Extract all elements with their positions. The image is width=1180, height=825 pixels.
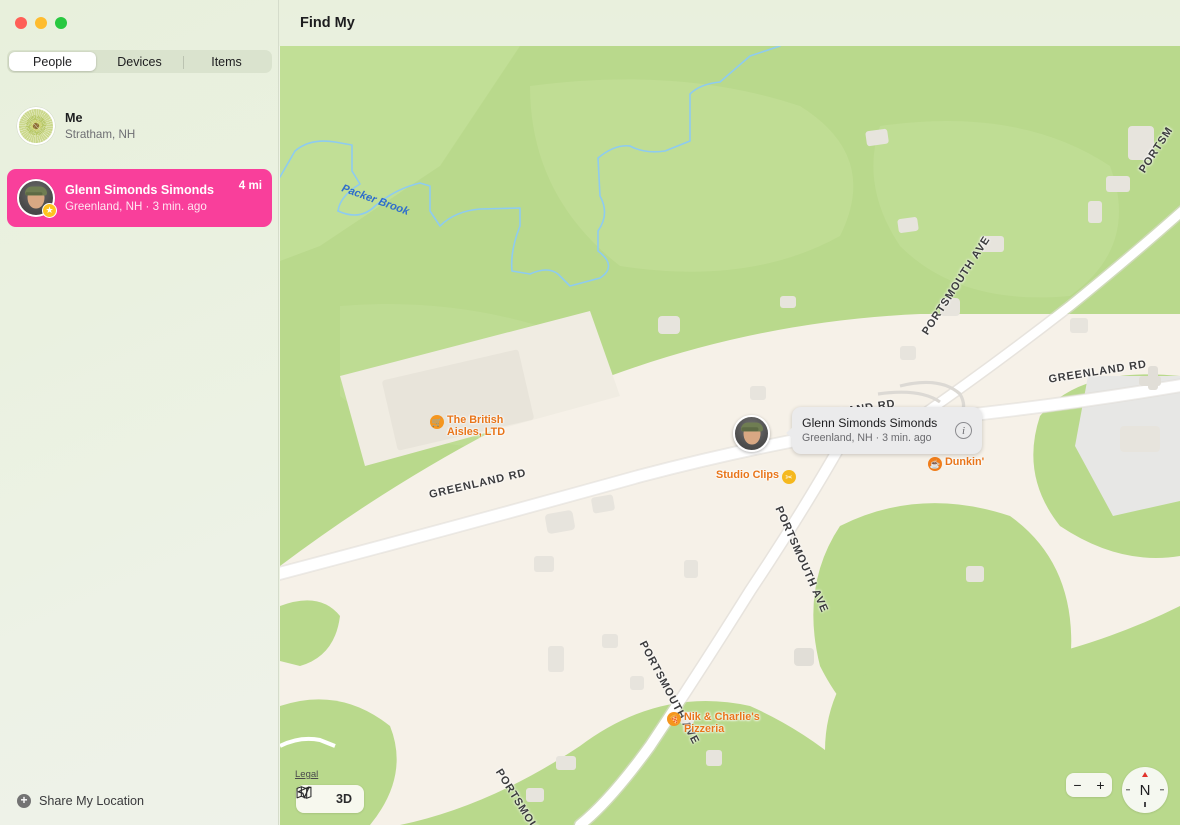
tab-items[interactable]: Items: [183, 52, 270, 71]
scissors-icon: ✂: [781, 470, 796, 484]
share-my-location-label: Share My Location: [39, 794, 145, 808]
person-text: Glenn Simonds Simonds Greenland, NH · 3 …: [65, 182, 233, 215]
poi-label: The British Aisles, LTD: [447, 414, 509, 438]
sidebar-tabs: People Devices Items: [7, 50, 272, 73]
zoom-out-button[interactable]: −: [1073, 777, 1081, 793]
map-toolbar: 3D: [296, 785, 364, 813]
poi-label: Studio Clips: [716, 469, 779, 481]
person-name: Glenn Simonds Simonds: [65, 182, 215, 197]
person-distance: 4 mi: [238, 179, 262, 192]
pizza-slice-icon: 🍕: [667, 712, 681, 726]
poi-nik-and-charlies-pizzeria[interactable]: 🍕 Nik & Charlie's Pizzeria: [667, 711, 766, 735]
memoji-brim-icon: [740, 427, 758, 431]
3d-toggle-button[interactable]: 3D: [336, 792, 352, 806]
shopping-cart-icon: 🛒: [430, 415, 444, 429]
map-vector-layer: [280, 46, 1180, 825]
poi-label: Dunkin': [945, 456, 984, 468]
compass-west-tick: [1126, 789, 1130, 791]
zoom-controls: − +: [1066, 773, 1112, 797]
compass-north-marker-icon: [1142, 772, 1148, 777]
tab-people[interactable]: People: [9, 52, 96, 71]
person-location: Greenland, NH · 3 min. ago: [65, 199, 207, 213]
map-callout[interactable]: Glenn Simonds Simonds Greenland, NH · 3 …: [786, 407, 982, 454]
callout-subtitle: Greenland, NH · 3 min. ago: [802, 431, 932, 444]
tab-devices-label: Devices: [117, 54, 162, 69]
callout-text: Glenn Simonds Simonds Greenland, NH · 3 …: [802, 415, 955, 445]
info-circle-icon[interactable]: i: [955, 422, 972, 439]
sidebar: People Devices Items Me Stratham, NH ★ G…: [0, 0, 279, 825]
compass-east-tick: [1160, 789, 1164, 791]
page-title: Find My: [300, 15, 355, 31]
minimize-window-button[interactable]: [35, 17, 47, 29]
poi-dunkin[interactable]: ☕ Dunkin': [928, 456, 984, 471]
person-row-glenn[interactable]: ★ Glenn Simonds Simonds Greenland, NH · …: [7, 169, 272, 227]
zoom-in-button[interactable]: +: [1096, 777, 1104, 793]
person-name: Me: [65, 110, 83, 125]
legal-link[interactable]: Legal: [295, 769, 318, 780]
poi-label-text: Dunkin': [945, 456, 985, 468]
plus-circle-icon: +: [17, 794, 31, 808]
person-location: Stratham, NH: [65, 127, 136, 141]
star-badge-icon: ★: [42, 203, 57, 218]
poi-the-british-aisles[interactable]: 🛒 The British Aisles, LTD: [430, 414, 509, 438]
window-titlebar: Find My: [279, 0, 1180, 46]
poi-label: Nik & Charlie's Pizzeria: [684, 711, 766, 735]
person-text: Me Stratham, NH: [65, 110, 262, 143]
memoji-brim-icon: [25, 191, 43, 196]
coffee-cup-icon: ☕: [928, 457, 942, 471]
traffic-lights: [15, 17, 67, 29]
person-row-me[interactable]: Me Stratham, NH: [7, 97, 272, 155]
poi-label-text: The British Aisles, LTD: [447, 414, 505, 439]
tab-devices[interactable]: Devices: [96, 52, 184, 71]
zoom-window-button[interactable]: [55, 17, 67, 29]
compass-south-tick: [1144, 802, 1146, 807]
poi-label-text: Nik & Charlie's Pizzeria: [684, 711, 760, 736]
map-canvas[interactable]: GREENLAND RD GREENLAND RD LAND RD PORTSM…: [280, 46, 1180, 825]
avatar-wrap: [17, 107, 55, 145]
tab-items-label: Items: [211, 54, 242, 69]
find-my-window: People Devices Items Me Stratham, NH ★ G…: [0, 0, 1180, 825]
avatar-wrap: ★: [17, 179, 57, 218]
tab-people-label: People: [33, 54, 72, 69]
share-my-location-button[interactable]: + Share My Location: [17, 794, 144, 808]
close-window-button[interactable]: [15, 17, 27, 29]
compass-label: N: [1139, 781, 1151, 799]
flower-photo-avatar: [17, 107, 55, 145]
memoji-map-marker[interactable]: [733, 415, 770, 452]
poi-label-text: Studio Clips: [716, 469, 779, 481]
callout-name: Glenn Simonds Simonds: [802, 416, 938, 431]
compass-button[interactable]: N: [1122, 767, 1168, 813]
poi-studio-clips[interactable]: Studio Clips ✂: [716, 469, 796, 484]
